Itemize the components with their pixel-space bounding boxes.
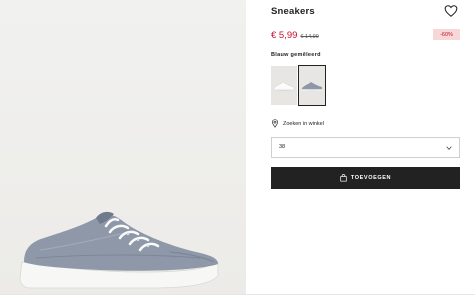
product-details: Sneakers € 5,99 € 14,99 -60% Blauw gemêl… [271, 0, 461, 295]
sneaker-illustration [19, 211, 219, 289]
sneaker-thumb-white [273, 81, 295, 91]
discount-badge: -60% [433, 29, 460, 40]
find-in-store-label: Zoeken in winkel [283, 120, 324, 127]
original-price: € 14,99 [300, 34, 319, 40]
color-name: Blauw gemêleerd [271, 52, 321, 58]
find-in-store-link[interactable]: Zoeken in winkel [271, 119, 324, 128]
color-swatch-blue-melange[interactable] [298, 65, 326, 106]
heart-icon [444, 5, 458, 17]
color-swatch-white[interactable] [271, 66, 297, 105]
product-image[interactable] [0, 0, 246, 295]
current-price: € 5,99 [271, 30, 298, 41]
favorite-button[interactable] [444, 4, 458, 18]
add-to-cart-label: TOEVOEGEN [350, 175, 392, 181]
chevron-down-icon [446, 146, 452, 150]
color-swatches [271, 65, 326, 106]
location-pin-icon [271, 119, 279, 128]
shopping-bag-icon [340, 174, 347, 182]
selected-size: 38 [279, 144, 286, 150]
size-dropdown[interactable]: 38 [271, 137, 460, 158]
sneaker-thumb-blue [302, 81, 322, 91]
product-title: Sneakers [271, 6, 315, 17]
price-row: € 5,99 € 14,99 [271, 30, 319, 42]
add-to-cart-button[interactable]: TOEVOEGEN [271, 167, 460, 189]
